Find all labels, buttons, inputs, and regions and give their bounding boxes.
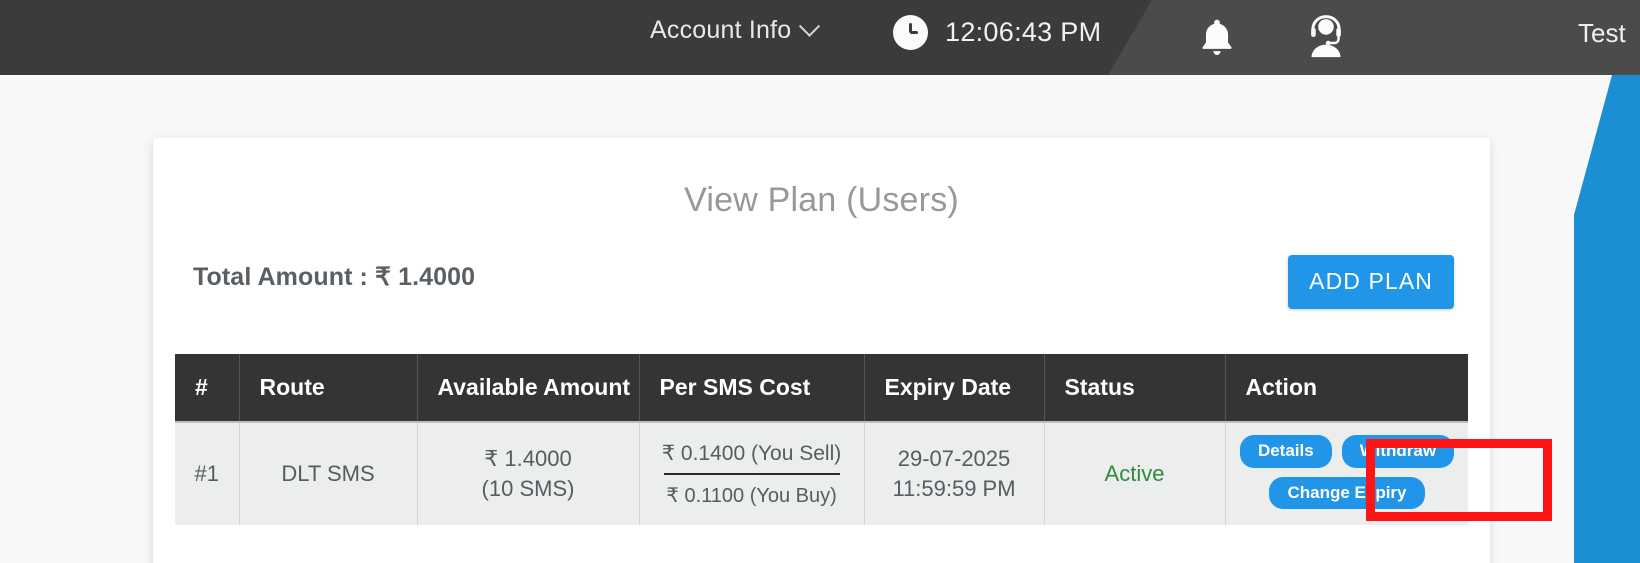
support-agent-button[interactable]: [1303, 14, 1349, 60]
current-time: 12:06:43 PM: [945, 17, 1102, 47]
column-header-available-amount: Available Amount: [417, 354, 640, 422]
right-side-panel: [1512, 75, 1640, 563]
cell-index: #1: [175, 421, 240, 525]
column-header-status: Status: [1044, 354, 1226, 422]
change-expiry-button[interactable]: Change Expiry: [1269, 476, 1425, 510]
notification-bell-button[interactable]: [1196, 15, 1238, 61]
column-header-index: #: [175, 354, 240, 422]
expiry-time-value: 11:59:59 PM: [892, 476, 1016, 501]
cost-you-sell: ₹ 0.1400 (You Sell): [661, 441, 842, 465]
total-amount-label: Total Amount : ₹ 1.4000: [193, 263, 476, 291]
cell-available-amount: ₹ 1.4000 (10 SMS): [417, 421, 640, 525]
clock-display: 12:06:43 PM: [893, 15, 1101, 50]
username-label[interactable]: Test: [1578, 18, 1626, 49]
right-panel-blue-shape: [1574, 75, 1640, 563]
cell-expiry-date: 29-07-2025 11:59:59 PM: [864, 421, 1045, 525]
per-sms-cost-wrap: ₹ 0.1400 (You Sell) ₹ 0.1100 (You Buy): [640, 423, 864, 525]
column-header-action: Action: [1225, 354, 1468, 422]
headset-support-icon: [1311, 15, 1341, 58]
table-row: #1 DLT SMS ₹ 1.4000 (10 SMS) ₹ 0.1400 (Y…: [175, 421, 1469, 525]
navbar-items: Account Info 12:06:43 PM Test: [0, 0, 1640, 75]
view-plan-card: View Plan (Users) Total Amount : ₹ 1.400…: [153, 138, 1490, 563]
plans-table-body: #1 DLT SMS ₹ 1.4000 (10 SMS) ₹ 0.1400 (Y…: [175, 421, 1469, 525]
plans-table: # Route Available Amount Per SMS Cost Ex…: [175, 354, 1468, 525]
column-header-route: Route: [239, 354, 418, 422]
page-title: View Plan (Users): [684, 181, 959, 219]
status-badge: Active: [1104, 461, 1165, 486]
top-navbar: Account Info 12:06:43 PM Test: [0, 0, 1640, 75]
chevron-down-icon: [799, 15, 821, 37]
expiry-date-value: 29-07-2025: [897, 445, 1011, 471]
cell-route: DLT SMS: [239, 421, 418, 525]
bell-icon: [1202, 19, 1232, 55]
account-info-menu[interactable]: Account Info: [650, 15, 821, 45]
cell-status: Active: [1044, 421, 1226, 525]
column-header-per-sms-cost: Per SMS Cost: [639, 354, 865, 422]
add-plan-button[interactable]: ADD PLAN: [1288, 255, 1454, 309]
cost-you-buy: ₹ 0.1100 (You Buy): [666, 484, 837, 507]
account-info-label: Account Info: [650, 16, 792, 44]
withdraw-button[interactable]: Withdraw: [1341, 435, 1455, 468]
cell-per-sms-cost: ₹ 0.1400 (You Sell) ₹ 0.1100 (You Buy): [639, 421, 865, 525]
clock-icon: [893, 15, 928, 50]
column-header-expiry-date: Expiry Date: [864, 354, 1045, 422]
details-button[interactable]: Details: [1239, 435, 1332, 468]
table-header-row: # Route Available Amount Per SMS Cost Ex…: [175, 354, 1468, 422]
app-root: Account Info 12:06:43 PM Test View Plan …: [0, 0, 1640, 563]
available-sms-count: (10 SMS): [481, 476, 575, 501]
available-amount-value: ₹ 1.4000: [484, 445, 572, 471]
cell-action: Details Withdraw Change Expiry: [1225, 421, 1469, 525]
action-buttons-group: Details Withdraw Change Expiry: [1226, 435, 1469, 510]
plans-table-header: # Route Available Amount Per SMS Cost Ex…: [175, 354, 1468, 422]
